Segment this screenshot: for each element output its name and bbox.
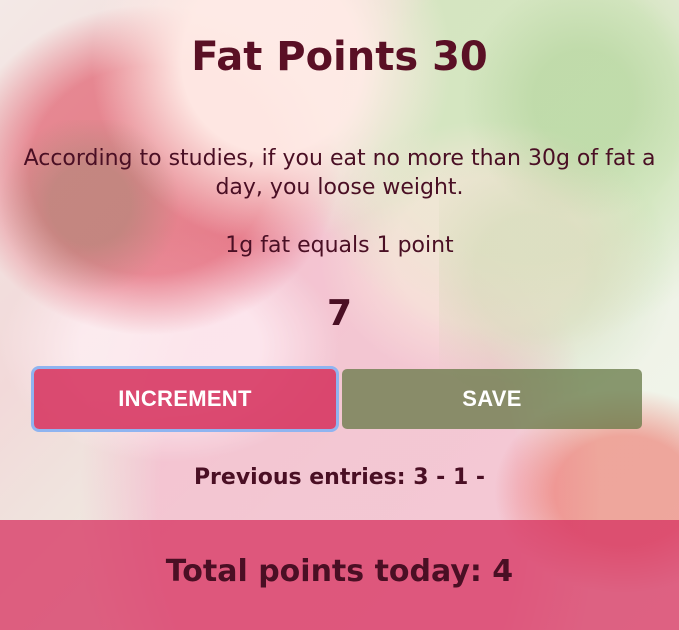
page-title: Fat Points 30 bbox=[191, 34, 488, 80]
points-counter: 7 bbox=[326, 293, 353, 334]
app-container: Fat Points 30 According to studies, if y… bbox=[0, 0, 679, 630]
save-button[interactable]: SAVE bbox=[342, 369, 642, 429]
previous-entries: Previous entries: 3 - 1 - bbox=[193, 465, 486, 490]
increment-button[interactable]: INCREMENT bbox=[34, 369, 336, 429]
total-points-today: Total points today: 4 bbox=[165, 554, 514, 589]
footer-bar: Total points today: 4 bbox=[0, 520, 679, 630]
description-text: According to studies, if you eat no more… bbox=[23, 146, 656, 200]
points-rule-text: 1g fat equals 1 point bbox=[225, 233, 454, 258]
